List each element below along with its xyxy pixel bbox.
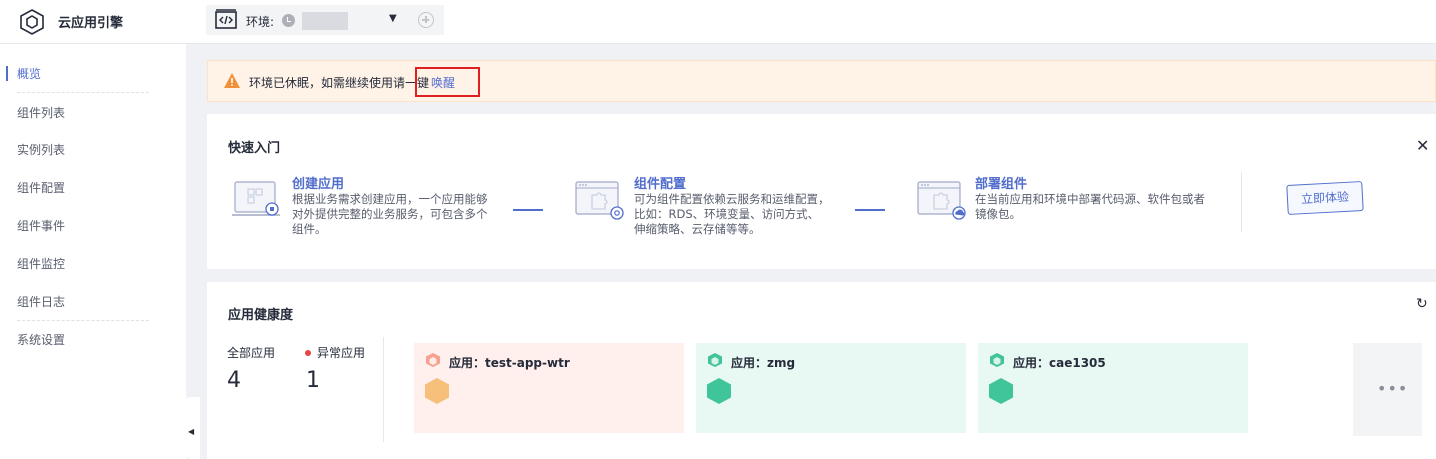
env-label: 环境: [246, 15, 275, 29]
sidebar-item-component-events[interactable]: 组件事件 [17, 207, 149, 245]
app-card-test-app-wtr[interactable]: 应用：test-app-wtr [414, 343, 684, 433]
app-cube-icon [990, 353, 1004, 367]
app-cube-icon [708, 353, 722, 367]
app-name: 应用：zmg [731, 356, 796, 370]
app-card-cae1305[interactable]: 应用：cae1305 [978, 343, 1248, 433]
step-create-app-desc: 根据业务需求创建应用，一个应用能够对外提供完整的业务服务，可包含多个组件。 [292, 192, 488, 236]
sidebar-collapse-button[interactable]: ◀ [182, 397, 200, 459]
app-title: 云应用引擎 [58, 16, 124, 31]
sidebar-item-component-config[interactable]: 组件配置 [17, 169, 149, 207]
stats-divider [383, 337, 384, 442]
all-apps-count: 4 [227, 368, 241, 393]
collapse-arrow-icon: ◀ [188, 427, 195, 436]
normal-status-hex-icon [989, 378, 1013, 404]
sleep-warning-banner: 环境已休眠，如需继续使用请一键 唤醒 [207, 60, 1436, 102]
environment-selector[interactable]: 环境: ▼ [206, 5, 444, 35]
abnormal-status-hex-icon [425, 378, 449, 404]
component-config-illustration-icon [575, 181, 624, 220]
step-connector [513, 209, 543, 211]
sidebar-item-component-logs[interactable]: 组件日志 [17, 283, 149, 321]
step-component-config-title[interactable]: 组件配置 [634, 173, 686, 192]
quick-start-divider [1241, 172, 1242, 232]
cloud-engine-logo-icon [20, 9, 44, 35]
abnormal-apps-count: 1 [306, 368, 320, 393]
step-deploy-desc: 在当前应用和环境中部署代码源、软件包或者镜像包。 [975, 192, 1205, 221]
warning-text: 环境已休眠，如需继续使用请一键 [249, 76, 430, 90]
active-indicator [6, 66, 8, 81]
env-value-redacted [302, 12, 348, 30]
code-window-icon [215, 9, 237, 29]
abnormal-apps-label-text: 异常应用 [317, 346, 366, 360]
close-icon[interactable]: ✕ [1416, 136, 1429, 155]
quick-start-card: 快速入门 ✕ 创建应用 根据业务需求创建应用，一个应用能够对外提供完整的业务服务… [207, 114, 1436, 269]
app-cube-icon [426, 353, 440, 367]
app-card-zmg[interactable]: 应用：zmg [696, 343, 966, 433]
app-name: 应用：test-app-wtr [449, 356, 570, 370]
sidebar-item-instance-list[interactable]: 实例列表 [17, 131, 149, 169]
abnormal-apps-label: 异常应用 [305, 344, 365, 361]
add-environment-icon[interactable] [418, 12, 434, 28]
refresh-icon[interactable]: ↻ [1416, 296, 1428, 312]
app-health-title: 应用健康度 [228, 308, 294, 323]
try-now-label: 立即体验 [1286, 181, 1364, 215]
all-apps-label: 全部应用 [227, 346, 276, 360]
step-create-app-title[interactable]: 创建应用 [292, 173, 344, 192]
wake-up-highlight-box [415, 67, 480, 97]
try-now-button[interactable]: 立即体验 [1284, 175, 1368, 223]
env-status-icon [282, 14, 295, 27]
sidebar-item-component-monitor[interactable]: 组件监控 [17, 245, 149, 283]
create-app-illustration-icon [232, 181, 280, 216]
step-connector [855, 209, 885, 211]
step-component-config-desc: 可为组件配置依赖云服务和运维配置，比如：RDS、环境变量、访问方式、伸缩策略、云… [634, 192, 830, 236]
normal-status-hex-icon [707, 378, 731, 404]
more-icon: ••• [1377, 379, 1409, 398]
app-name: 应用：cae1305 [1013, 356, 1106, 370]
sidebar-item-component-list[interactable]: 组件列表 [17, 94, 149, 132]
more-apps-button[interactable]: ••• [1353, 343, 1422, 436]
step-deploy-title[interactable]: 部署组件 [975, 173, 1027, 192]
sidebar: 概览 组件列表 实例列表 组件配置 组件事件 组件监控 组件日志 系统设置 [0, 44, 186, 459]
sidebar-item-overview[interactable]: 概览 [17, 55, 149, 93]
top-header: 云应用引擎 环境: ▼ [0, 0, 1436, 44]
dropdown-caret-icon[interactable]: ▼ [389, 13, 397, 24]
warning-icon [224, 73, 240, 88]
deploy-component-illustration-icon [917, 181, 966, 220]
sidebar-item-system-settings[interactable]: 系统设置 [17, 321, 149, 359]
abnormal-dot-icon [305, 350, 311, 356]
app-health-card: 应用健康度 ↻ 全部应用 4 异常应用 1 应用：test-app-wtr 应用… [207, 282, 1436, 459]
quick-start-title: 快速入门 [228, 141, 281, 156]
